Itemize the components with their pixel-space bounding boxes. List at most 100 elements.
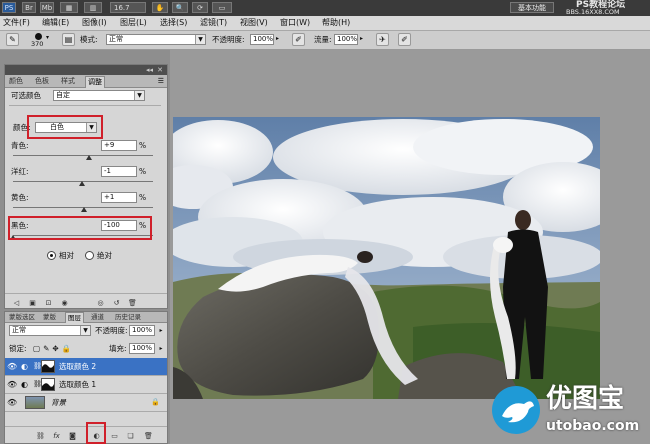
background-thumbnail[interactable] xyxy=(25,396,45,409)
zoom-tool-icon[interactable]: 🔍 xyxy=(172,2,188,13)
tab-channels[interactable]: 通道 xyxy=(89,312,106,322)
tab-adjustments[interactable]: 调整 xyxy=(85,76,105,88)
layer-mask-thumbnail[interactable] xyxy=(41,378,55,391)
divider xyxy=(9,105,161,106)
dropdown-arrow-icon: ▾ xyxy=(46,34,50,41)
layer-name: 背景 xyxy=(51,398,66,407)
view-extras-button[interactable]: ▦ xyxy=(60,2,78,13)
fill-slider-arrow-icon[interactable]: ▸ xyxy=(157,343,165,354)
highlight-box-color xyxy=(27,115,103,139)
cyan-slider-handle[interactable] xyxy=(86,155,93,160)
menu-edit[interactable]: 编辑(E) xyxy=(42,17,69,29)
pressure-size-icon[interactable]: ✐ xyxy=(398,33,411,46)
eye-icon[interactable]: 👁 xyxy=(7,398,17,408)
minibridge-button[interactable]: Mb xyxy=(40,2,54,13)
menu-view[interactable]: 视图(V) xyxy=(240,17,268,29)
layer-style-icon[interactable]: fx xyxy=(51,431,62,441)
tab-color[interactable]: 颜色 xyxy=(7,76,25,87)
reset-icon[interactable]: ↺ xyxy=(111,298,122,308)
menu-window[interactable]: 窗口(W) xyxy=(280,17,310,29)
rotate-view-icon[interactable]: ⟳ xyxy=(192,2,208,13)
blend-mode-select[interactable]: 正常 ▼ xyxy=(9,325,91,336)
cyan-value-field[interactable]: +9 xyxy=(101,140,137,151)
layer-row-background[interactable]: 👁 背景 🔒 xyxy=(5,394,167,412)
arrange-button[interactable]: ▥ xyxy=(84,2,102,13)
flow-field[interactable]: 100% xyxy=(334,34,358,45)
menu-select[interactable]: 选择(S) xyxy=(160,17,187,29)
menu-layer[interactable]: 图层(L) xyxy=(120,17,147,29)
panel-menu-icon[interactable]: ☰ xyxy=(158,76,164,86)
brush-tool-icon[interactable]: ✎ xyxy=(6,33,19,46)
delete-layer-icon[interactable]: 🗑 xyxy=(143,431,154,441)
highlight-box-black xyxy=(8,216,152,240)
layer-opacity-field[interactable]: 100% xyxy=(129,325,155,336)
options-bar: ✎ ▾ 370 ▤ 模式: 正常 ▼ 不透明度: 100% ▸ ✐ 流量: 10… xyxy=(0,31,650,50)
tab-mask-select[interactable]: 蒙版选区 xyxy=(7,312,37,322)
layer-row-selective-color-1[interactable]: 👁 ◐ ⛓ 选取颜色 1 xyxy=(5,376,167,394)
mask-shape xyxy=(42,383,54,390)
hand-tool-icon[interactable]: ✋ xyxy=(152,2,168,13)
brush-preset-picker[interactable]: ▾ 370 xyxy=(26,32,56,48)
fill-field[interactable]: 100% xyxy=(129,343,155,354)
fill-label: 填充: xyxy=(109,344,127,353)
airbrush-icon[interactable]: ✈ xyxy=(376,33,389,46)
radio-relative[interactable] xyxy=(47,251,56,260)
adjustment-layer-icon: ◐ xyxy=(21,380,28,389)
trash-icon[interactable]: 🗑 xyxy=(127,298,138,308)
logo-brand: 优图宝 xyxy=(546,384,625,414)
mask-shape xyxy=(42,364,54,372)
tab-history[interactable]: 历史记录 xyxy=(113,312,143,322)
brush-panel-toggle-icon[interactable]: ▤ xyxy=(62,33,75,46)
menu-help[interactable]: 帮助(H) xyxy=(322,17,350,29)
screen-mode-button[interactable]: ▭ xyxy=(212,2,232,13)
opacity-slider-arrow-icon[interactable]: ▸ xyxy=(276,35,279,42)
menu-image[interactable]: 图像(I) xyxy=(82,17,107,29)
new-layer-icon[interactable]: ❏ xyxy=(125,431,136,441)
clip-to-layer-icon[interactable]: ⊡ xyxy=(43,298,54,308)
zoom-field[interactable]: 16.7 xyxy=(110,2,146,13)
logo-url: utobao.com xyxy=(546,418,640,434)
close-icon[interactable]: ✕ xyxy=(157,65,163,75)
yellow-label: 黄色: xyxy=(11,193,29,202)
radio-absolute-label: 绝对 xyxy=(97,251,112,260)
collapse-icon[interactable]: ◂◂ xyxy=(146,65,153,75)
tab-layers[interactable]: 图层 xyxy=(65,312,84,323)
menu-file[interactable]: 文件(F) xyxy=(3,17,30,29)
opacity-slider-arrow-icon[interactable]: ▸ xyxy=(157,325,165,336)
preset-select[interactable]: 自定 ▼ xyxy=(53,90,145,101)
workspace-button[interactable]: 基本功能 xyxy=(510,2,554,13)
view-previous-icon[interactable]: ◎ xyxy=(95,298,106,308)
tab-swatches[interactable]: 色板 xyxy=(33,76,51,87)
cyan-slider-track[interactable] xyxy=(13,155,153,156)
layer-row-selective-color-2[interactable]: 👁 ◐ ⛓ 选取颜色 2 xyxy=(5,358,167,376)
pressure-opacity-icon[interactable]: ✐ xyxy=(292,33,305,46)
eye-icon[interactable]: 👁 xyxy=(7,380,17,390)
visibility-icon[interactable]: ◉ xyxy=(59,298,70,308)
panel-header-bar[interactable]: ◂◂ ✕ xyxy=(5,65,167,75)
layer-mask-thumbnail[interactable] xyxy=(41,360,55,373)
brush-size: 370 xyxy=(31,40,44,48)
menu-filter[interactable]: 滤镜(T) xyxy=(200,17,227,29)
document-canvas[interactable] xyxy=(173,117,600,399)
expand-view-icon[interactable]: ▣ xyxy=(27,298,38,308)
lock-icons[interactable]: ▢✎✥🔒 xyxy=(33,344,74,354)
blend-mode-value: 正常 xyxy=(12,326,26,334)
yellow-value-field[interactable]: +1 xyxy=(101,192,137,203)
tab-masks[interactable]: 蒙版 xyxy=(41,312,58,322)
utobao-logo: 优图宝 utobao.com xyxy=(490,380,650,444)
eye-icon[interactable]: 👁 xyxy=(7,362,17,372)
link-layers-icon[interactable]: ⛓ xyxy=(35,431,46,441)
add-mask-icon[interactable]: ◙ xyxy=(67,431,78,441)
yellow-slider-handle[interactable] xyxy=(80,207,87,212)
radio-absolute[interactable] xyxy=(85,251,94,260)
back-icon[interactable]: ◁ xyxy=(11,298,22,308)
flow-slider-arrow-icon[interactable]: ▸ xyxy=(360,35,363,42)
bridge-button[interactable]: Br xyxy=(22,2,36,13)
new-group-icon[interactable]: ▭ xyxy=(109,431,120,441)
magenta-slider-handle[interactable] xyxy=(79,181,86,186)
preset-value: 自定 xyxy=(56,91,70,99)
magenta-value-field[interactable]: -1 xyxy=(101,166,137,177)
tab-styles[interactable]: 样式 xyxy=(59,76,77,87)
opacity-field[interactable]: 100% xyxy=(250,34,274,45)
mode-select[interactable]: 正常 ▼ xyxy=(106,34,206,45)
